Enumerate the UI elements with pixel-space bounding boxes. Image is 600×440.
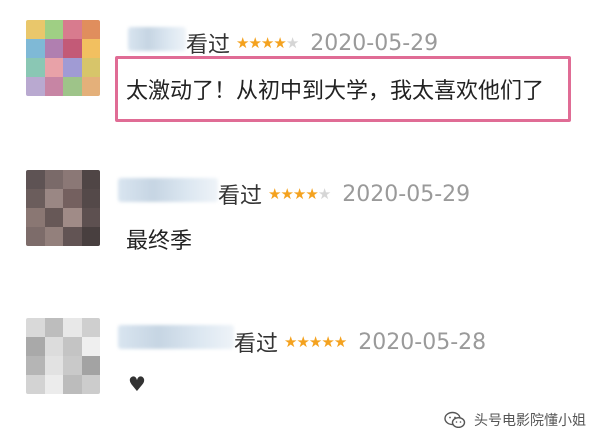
avatar-pixel — [81, 20, 100, 39]
avatar[interactable] — [26, 170, 100, 246]
avatar-pixel — [63, 39, 82, 58]
avatar-pixel — [81, 189, 100, 208]
avatar-pixel — [81, 356, 100, 375]
avatar-pixel — [81, 318, 100, 337]
avatar-pixel — [44, 337, 63, 356]
star-filled-icon: ★ — [333, 332, 347, 351]
review-date: 2020-05-28 — [358, 329, 487, 355]
avatar-pixel — [81, 337, 100, 356]
avatar-pixel — [81, 58, 100, 77]
avatar-pixel — [44, 39, 63, 58]
avatar-pixel — [81, 77, 100, 96]
star-filled-icon: ★ — [292, 184, 306, 203]
avatar-pixel — [63, 20, 82, 39]
avatar-pixel — [63, 375, 82, 394]
avatar-pixel — [63, 208, 82, 227]
avatar-pixel — [26, 318, 45, 337]
avatar-pixel — [81, 39, 100, 58]
review-meta: 看过 ★ ★ ★ ★ ★ 2020-05-29 — [218, 178, 470, 210]
avatar-pixel — [26, 375, 45, 394]
avatar-pixel — [81, 375, 100, 394]
star-filled-icon: ★ — [284, 332, 297, 351]
star-empty-icon: ★ — [317, 184, 331, 203]
star-filled-icon: ★ — [248, 33, 261, 52]
avatar-pixel — [26, 20, 45, 39]
seen-label: 看过 — [186, 33, 231, 58]
avatar-pixel — [26, 58, 45, 77]
avatar-pixel — [44, 227, 63, 246]
star-rating: ★ ★ ★ ★ ★ — [268, 184, 331, 203]
avatar-pixel — [81, 170, 100, 189]
avatar-pixel — [26, 227, 45, 246]
star-filled-icon: ★ — [296, 332, 309, 351]
star-filled-icon: ★ — [308, 332, 322, 351]
review-comment: 太激动了！从初中到大学，我太喜欢他们了 — [126, 79, 545, 104]
avatar-pixel — [63, 227, 82, 246]
star-filled-icon: ★ — [268, 184, 281, 203]
review-meta: 看过 ★ ★ ★ ★ ★ 2020-05-28 — [234, 326, 486, 358]
avatar-pixel — [63, 189, 82, 208]
avatar-pixel — [44, 58, 63, 77]
username-blurred[interactable] — [118, 178, 218, 202]
watermark: 头号电影院懂小姐 — [444, 410, 586, 430]
avatar-pixel — [44, 189, 63, 208]
avatar-pixel — [63, 58, 82, 77]
star-filled-icon: ★ — [236, 33, 249, 52]
avatar-pixel — [63, 170, 82, 189]
avatar[interactable] — [26, 20, 100, 96]
star-rating: ★ ★ ★ ★ ★ — [236, 33, 299, 52]
avatar-pixel — [63, 77, 82, 96]
avatar-pixel — [81, 227, 100, 246]
avatar-pixel — [26, 356, 45, 375]
star-filled-icon: ★ — [280, 184, 293, 203]
seen-label: 看过 — [234, 332, 279, 357]
review-meta: 看过 ★ ★ ★ ★ ★ 2020-05-29 — [186, 27, 438, 59]
avatar-pixel — [44, 77, 63, 96]
avatar-pixel — [63, 337, 82, 356]
avatar-pixel — [26, 77, 45, 96]
avatar-pixel — [44, 318, 63, 337]
avatar-pixel — [26, 189, 45, 208]
seen-label: 看过 — [218, 184, 263, 209]
wechat-icon — [444, 411, 466, 429]
avatar-pixel — [63, 318, 82, 337]
star-empty-icon: ★ — [285, 33, 299, 52]
review-date: 2020-05-29 — [342, 181, 471, 207]
avatar-pixel — [44, 356, 63, 375]
review-comment: 最终季 — [126, 229, 193, 254]
avatar-pixel — [81, 208, 100, 227]
avatar-pixel — [26, 208, 45, 227]
star-filled-icon: ★ — [305, 184, 318, 203]
avatar-pixel — [26, 337, 45, 356]
avatar[interactable] — [26, 318, 100, 394]
username-blurred[interactable] — [118, 325, 234, 349]
heart-icon: ♥ — [128, 372, 146, 396]
review-date: 2020-05-29 — [310, 30, 439, 56]
avatar-pixel — [26, 170, 45, 189]
avatar-pixel — [63, 356, 82, 375]
avatar-pixel — [26, 39, 45, 58]
avatar-pixel — [44, 170, 63, 189]
avatar-pixel — [44, 20, 63, 39]
star-rating: ★ ★ ★ ★ ★ — [284, 332, 347, 351]
avatar-pixel — [44, 208, 63, 227]
avatar-pixel — [44, 375, 63, 394]
watermark-text: 头号电影院懂小姐 — [474, 413, 586, 429]
star-filled-icon: ★ — [260, 33, 274, 52]
username-blurred[interactable] — [128, 27, 186, 51]
star-filled-icon: ★ — [321, 332, 334, 351]
star-filled-icon: ★ — [273, 33, 286, 52]
